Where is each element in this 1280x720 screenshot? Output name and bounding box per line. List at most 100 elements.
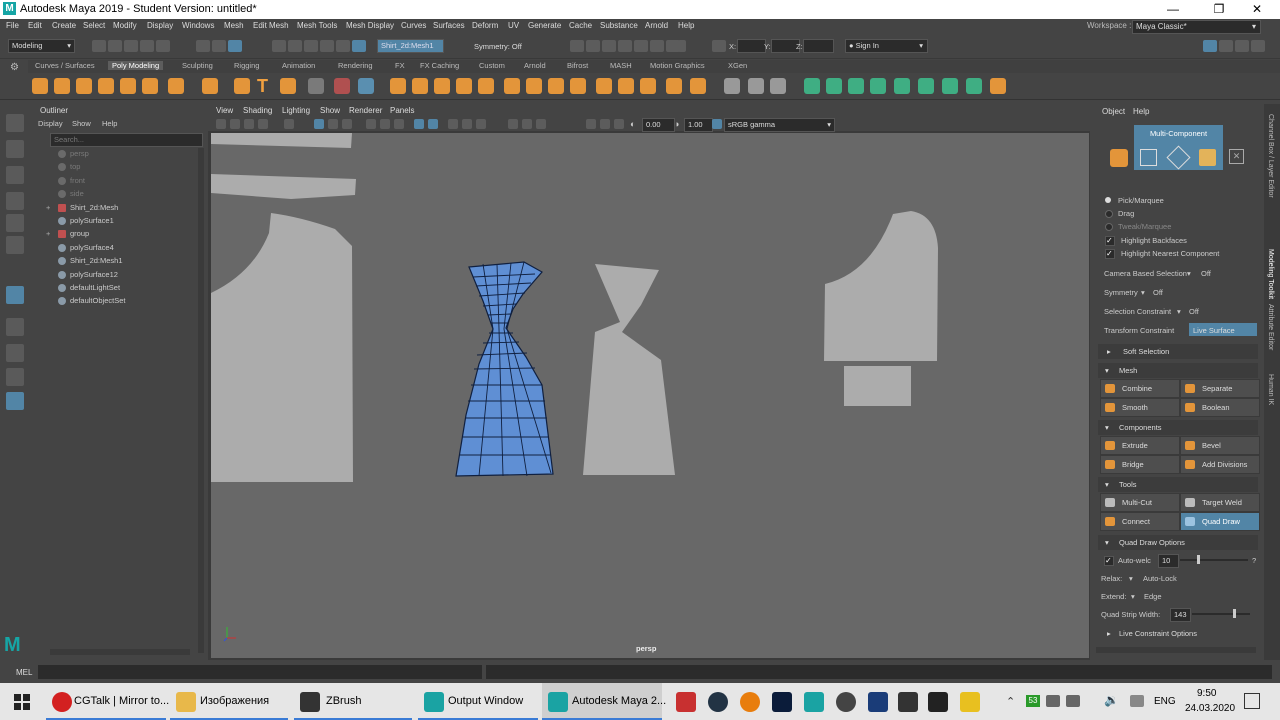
live-constraint-options-section[interactable]: ▸ Live Constraint Options [1098,626,1258,641]
checker-icon[interactable] [990,78,1006,94]
single-view-icon[interactable] [6,318,24,336]
poly-cone-icon[interactable] [98,78,114,94]
shelf-tab-fx[interactable]: FX [391,61,409,70]
auto-weld-checkbox[interactable]: ✓ [1104,556,1114,566]
svg-icon[interactable] [280,78,296,94]
menu-substance[interactable]: Substance [600,21,638,30]
outliner-item[interactable]: side [46,188,196,201]
outliner-item[interactable]: top [46,161,196,174]
menu-uv[interactable]: UV [508,21,519,30]
camera-select-icon[interactable] [216,119,226,129]
extend-value[interactable]: Edge [1144,592,1162,601]
boolean-button[interactable]: Boolean [1180,398,1260,417]
menu-generate[interactable]: Generate [528,21,561,30]
textured-icon[interactable] [366,119,376,129]
shelf-tab-arnold[interactable]: Arnold [520,61,550,70]
poly-disc-icon[interactable] [168,78,184,94]
clock-time[interactable]: 9:50 [1197,688,1216,699]
menu-cache[interactable]: Cache [569,21,592,30]
quad-strip-width-slider[interactable] [1192,613,1250,615]
wireframe-icon[interactable] [314,119,324,129]
rotate-tool-icon[interactable] [6,214,24,232]
outliner-item[interactable]: defaultObjectSet [46,295,196,308]
mtk-hscrollbar[interactable] [1096,647,1256,653]
outliner-item[interactable]: polySurface4 [46,242,196,255]
quad-strip-width-field[interactable]: 143 [1170,608,1191,622]
close-button[interactable]: ✕ [1234,0,1280,19]
shelf-tab-mash[interactable]: MASH [606,61,636,70]
snap-curve-icon[interactable] [288,40,302,52]
poly-cube-icon[interactable] [54,78,70,94]
menu-mesh-display[interactable]: Mesh Display [346,21,394,30]
menu-mesh-tools[interactable]: Mesh Tools [297,21,337,30]
bevel-shelf-icon[interactable] [548,78,564,94]
expand-icon[interactable]: + [46,229,50,238]
side-tab-attribute-editor[interactable]: Attribute Editor [1267,304,1274,350]
isolate-select-icon[interactable] [522,119,532,129]
taskbar-cinema4d[interactable] [704,683,732,720]
poly-sphere-icon[interactable] [32,78,48,94]
auto-weld-slider[interactable] [1180,559,1248,561]
select-hierarchy-icon[interactable] [196,40,210,52]
vp-menu-lighting[interactable]: Lighting [282,106,310,115]
menu-create[interactable]: Create [52,21,76,30]
chevron-down-icon[interactable]: ▾ [1129,574,1133,583]
mtk-menu-help[interactable]: Help [1133,107,1149,116]
expand-icon[interactable]: + [46,203,50,212]
shelf-tab-custom[interactable]: Custom [475,61,509,70]
fill-hole-icon[interactable] [570,78,586,94]
merge-icon[interactable] [596,78,612,94]
tweak-marquee-radio[interactable] [1105,223,1113,231]
add-divisions-button[interactable]: Add Divisions [1180,455,1260,474]
tray-badge-icon[interactable]: 53 [1026,695,1040,707]
taskbar-marvelous[interactable] [894,683,922,720]
scale-tool-icon[interactable] [6,236,24,254]
open-scene-icon[interactable] [108,40,122,52]
select-tool-icon[interactable] [6,114,24,132]
sculpt-icon[interactable] [334,78,350,94]
smooth-shelf-icon[interactable] [434,78,450,94]
taskbar-item-explorer[interactable]: Изображения [170,683,288,720]
exposure-field[interactable]: 0.00 [642,118,675,132]
menuset-dropdown[interactable]: Modeling ▾ [8,39,75,53]
motion-blur-icon[interactable] [462,119,472,129]
grid-xyz-icon[interactable] [358,78,374,94]
transform-input-icon[interactable] [712,40,726,52]
color-management-icon[interactable] [712,119,722,129]
poly-torus-icon[interactable] [120,78,136,94]
vp-menu-shading[interactable]: Shading [243,106,272,115]
outliner-item[interactable]: polySurface1 [46,215,196,228]
menu-surfaces[interactable]: Surfaces [433,21,465,30]
symmetry-status[interactable]: Symmetry: Off [474,42,522,51]
bookmark-icon[interactable] [244,119,254,129]
extrude-shelf-icon[interactable] [504,78,520,94]
outliner-search-input[interactable]: Search... [50,133,203,147]
smooth-shade-icon[interactable] [328,119,338,129]
layout-uv-icon[interactable] [942,78,958,94]
menu-select[interactable]: Select [83,21,105,30]
vp-menu-view[interactable]: View [216,106,233,115]
live-object-field[interactable]: Shirt_2d:Mesh1 [377,39,444,53]
help-icon[interactable]: ? [1252,556,1256,565]
snap-point-icon[interactable] [304,40,318,52]
crease-icon[interactable] [690,78,706,94]
taskbar-item-zbrush[interactable]: ZBrush [294,683,412,720]
snap-view-icon[interactable] [320,40,334,52]
symmetry-value[interactable]: Off [1153,288,1163,297]
xray-icon[interactable] [414,119,424,129]
shelf-tab-motion-graphics[interactable]: Motion Graphics [646,61,709,70]
mirror-shelf-icon[interactable] [478,78,494,94]
boolean-shelf-icon[interactable] [456,78,472,94]
taskbar-item-opera[interactable]: CGTalk | Mirror to... [46,683,169,720]
poly-plane-icon[interactable] [142,78,158,94]
save-scene-icon[interactable] [124,40,138,52]
outliner-item[interactable]: + group [46,228,196,241]
lasso-tool-icon[interactable] [6,140,24,158]
menu-modify[interactable]: Modify [113,21,137,30]
offset-edge-loop-icon[interactable] [770,78,786,94]
select-object-icon[interactable] [212,40,226,52]
sign-in-button[interactable]: ● Sign In ▾ [845,39,928,53]
undo-icon[interactable] [140,40,154,52]
side-tab-modeling-toolkit[interactable]: Modeling Toolkit [1267,249,1274,299]
taskbar-item-maya[interactable]: Autodesk Maya 2... [542,683,666,720]
